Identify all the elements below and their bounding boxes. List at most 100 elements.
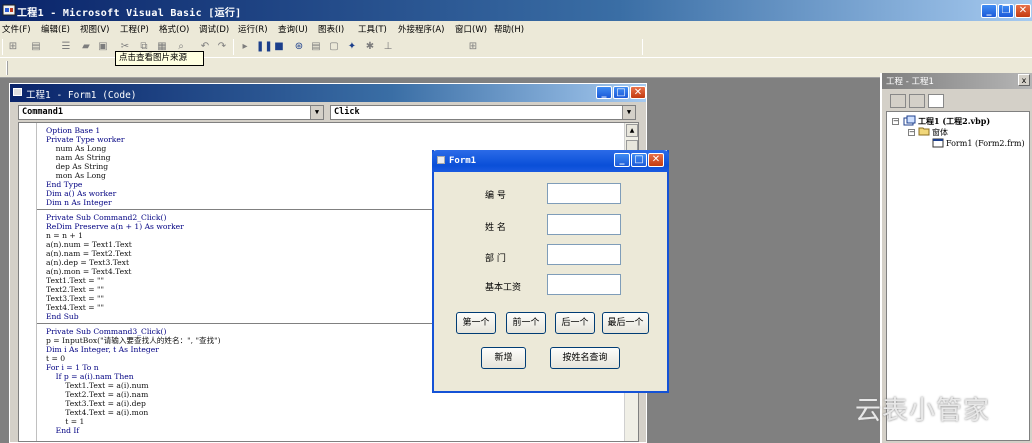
save-icon[interactable]: ▣ [96, 40, 110, 54]
tree-item-forms[interactable]: 窗体 [932, 127, 948, 138]
salary-input[interactable] [547, 274, 621, 295]
code-line: Text4.Text = a(i).mon [46, 408, 149, 417]
position-indicator-icon: ⊞ [468, 41, 478, 52]
project-icon [903, 115, 916, 126]
code-line: a(n).dep = Text3.Text [46, 258, 130, 267]
object-browser-icon[interactable]: ✦ [345, 40, 359, 54]
code-line: ReDim Preserve a(n + 1) As worker [46, 222, 184, 231]
code-line: End Type [46, 180, 83, 189]
collapse-icon[interactable]: − [892, 118, 899, 125]
watermark: 云表小管家 [855, 396, 991, 426]
code-line: nam As String [46, 153, 111, 162]
first-record-button[interactable]: 第一个 [456, 312, 496, 334]
add-form-icon[interactable]: ▤ [29, 40, 43, 54]
menu-project[interactable]: 工程(P) [120, 23, 149, 35]
code-window-title: 工程1 - Form1 (Code) [26, 90, 137, 101]
start-icon[interactable]: ▸ [238, 40, 252, 54]
code-line: n = n + 1 [46, 231, 83, 240]
minimize-icon[interactable]: _ [981, 4, 997, 18]
next-record-button[interactable]: 后一个 [555, 312, 595, 334]
code-line: Dim a() As worker [46, 189, 117, 198]
view-object-button[interactable] [909, 94, 925, 108]
toolbox-icon[interactable]: ✱ [363, 40, 377, 54]
code-line: Text1.Text = a(i).num [46, 381, 149, 390]
label-number: 编 号 [485, 191, 506, 201]
code-line: Private Type worker [46, 135, 125, 144]
add-project-icon[interactable]: ⊞ [6, 40, 20, 54]
code-line: Text3.Text = "" [46, 294, 105, 303]
menu-addins[interactable]: 外接程序(A) [398, 23, 444, 35]
toggle-folders-button[interactable] [928, 94, 944, 108]
code-line: Dim n As Integer [46, 198, 112, 207]
code-close-icon[interactable]: ✕ [630, 86, 646, 99]
search-by-name-button[interactable]: 按姓名查询 [550, 347, 620, 369]
code-line: t = 0 [46, 354, 66, 363]
view-code-button[interactable] [890, 94, 906, 108]
previous-record-button[interactable]: 前一个 [506, 312, 546, 334]
end-icon[interactable]: ■ [272, 40, 286, 54]
menu-window[interactable]: 窗口(W) [455, 23, 487, 35]
object-combo[interactable]: Command1 ▼ [18, 105, 324, 120]
procedure-combo[interactable]: Click ▼ [330, 105, 636, 120]
properties-window-icon[interactable]: ▤ [309, 40, 323, 54]
form-layout-icon[interactable]: ▢ [327, 40, 341, 54]
redo-icon[interactable]: ↷ [215, 40, 229, 54]
data-view-icon[interactable]: ⊥ [381, 40, 395, 54]
code-line: Text2.Text = a(i).nam [46, 390, 149, 399]
chevron-down-icon[interactable]: ▼ [622, 106, 635, 119]
tree-item-form1[interactable]: Form1 (Form2.frm) [946, 139, 1025, 148]
form1-title-bar[interactable]: Form1 _ □ ✕ [432, 150, 669, 172]
menu-file[interactable]: 文件(F) [2, 23, 31, 35]
code-margin [19, 123, 37, 441]
code-line: If p = a(i).nam Then [46, 372, 134, 381]
menu-view[interactable]: 视图(V) [80, 23, 109, 35]
close-icon[interactable]: ✕ [1015, 4, 1031, 18]
menu-editor-icon[interactable]: ☰ [59, 40, 73, 54]
code-maximize-icon[interactable]: □ [613, 86, 629, 99]
code-window-icon [13, 88, 22, 96]
code-line: End If [46, 426, 80, 435]
chevron-down-icon[interactable]: ▼ [310, 106, 323, 119]
form-close-icon[interactable]: ✕ [648, 153, 664, 167]
label-department: 部 门 [485, 254, 506, 264]
menu-edit[interactable]: 编辑(E) [41, 23, 70, 35]
menu-debug[interactable]: 调试(D) [199, 23, 229, 35]
form-icon [932, 138, 944, 148]
code-line: a(n).mon = Text4.Text [46, 267, 132, 276]
close-icon[interactable]: x [1018, 74, 1030, 86]
procedure-combo-value: Click [334, 107, 360, 117]
code-line: num As Long [46, 144, 107, 153]
menu-run[interactable]: 运行(R) [238, 23, 268, 35]
menu-tools[interactable]: 工具(T) [358, 23, 387, 35]
collapse-icon[interactable]: − [908, 129, 915, 136]
menu-bar: 文件(F) 编辑(E) 视图(V) 工程(P) 格式(O) 调试(D) 运行(R… [0, 21, 1032, 36]
folder-icon [918, 127, 930, 136]
code-line: t = 1 [46, 417, 85, 426]
scroll-up-icon[interactable]: ▲ [626, 124, 638, 137]
project-explorer-icon[interactable]: ⊛ [292, 40, 306, 54]
menu-format[interactable]: 格式(O) [159, 23, 189, 35]
tooltip: 点击查看图片来源 [115, 51, 204, 66]
restore-icon[interactable]: ❐ [998, 4, 1014, 18]
form-maximize-icon[interactable]: □ [631, 153, 647, 167]
last-record-button[interactable]: 最后一个 [602, 312, 649, 334]
number-input[interactable] [547, 183, 621, 204]
name-input[interactable] [547, 214, 621, 235]
form-minimize-icon[interactable]: _ [614, 153, 630, 167]
break-icon[interactable]: ❚❚ [256, 40, 273, 54]
code-minimize-icon[interactable]: _ [596, 86, 612, 99]
code-line: Text4.Text = "" [46, 303, 105, 312]
project-explorer-title-bar: 工程 - 工程1 x [882, 73, 1032, 89]
department-input[interactable] [547, 244, 621, 265]
add-record-button[interactable]: 新增 [481, 347, 526, 369]
menu-help[interactable]: 帮助(H) [494, 23, 524, 35]
code-line: dep As String [46, 162, 109, 171]
form1-title: Form1 [449, 156, 477, 166]
label-base-salary: 基本工资 [485, 283, 522, 293]
form-icon [437, 156, 445, 164]
label-name: 姓 名 [485, 223, 506, 233]
menu-query[interactable]: 查询(U) [278, 23, 308, 35]
open-project-icon[interactable]: ▰ [79, 40, 93, 54]
code-window-title-bar[interactable]: 工程1 - Form1 (Code) _ □ ✕ [10, 84, 646, 102]
menu-diagram[interactable]: 图表(I) [318, 23, 344, 35]
